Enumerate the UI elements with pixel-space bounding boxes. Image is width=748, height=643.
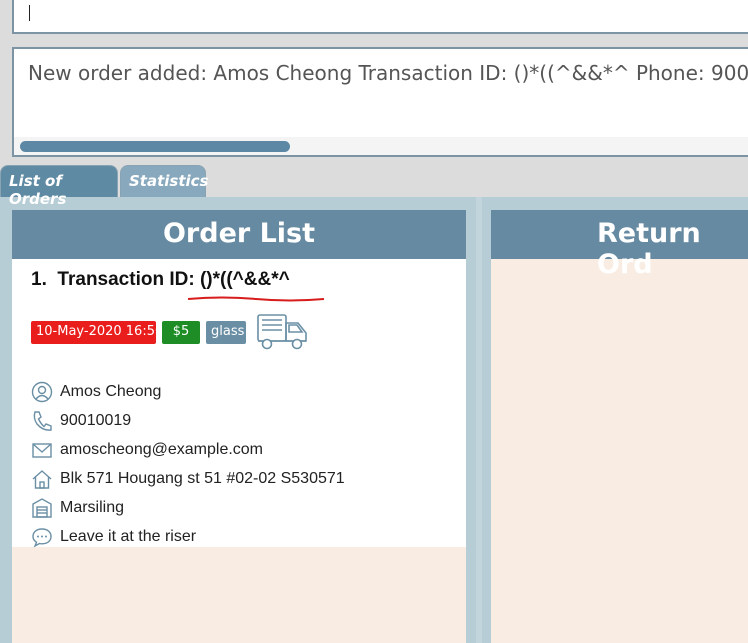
order-index: 1.: [31, 269, 47, 290]
customer-name: Amos Cheong: [60, 383, 162, 400]
phone-number: 90010019: [60, 412, 132, 429]
result-area: New order added: Amos Cheong Transaction…: [0, 40, 748, 165]
envelope-icon: [32, 443, 52, 458]
warehouse-location: Marsiling: [60, 499, 125, 516]
order-list-panel: Order List 1. Transaction ID: ()*((^&&*^…: [12, 210, 466, 643]
house-icon: [32, 470, 52, 489]
item-tag: glass: [206, 321, 246, 344]
order-title: 1. Transaction ID: ()*((^&&*^: [31, 269, 290, 291]
price-tag: $5: [162, 321, 200, 344]
command-input[interactable]: [12, 0, 748, 34]
command-area: [0, 0, 748, 45]
return-order-list-panel: Return Ord: [491, 210, 748, 643]
delivery-date-tag: 10-May-2020 16:50: [31, 321, 163, 344]
phone-icon: [33, 411, 52, 431]
transaction-id: Transaction ID: ()*((^&&*^: [57, 269, 290, 290]
warehouse-icon: [32, 498, 52, 518]
tab-bar: List of Orders Statistics: [0, 165, 748, 208]
tab-list-of-orders[interactable]: List of Orders: [0, 165, 118, 208]
person-icon: [31, 381, 53, 403]
truck-icon: [257, 314, 307, 350]
panel-divider[interactable]: [476, 197, 482, 643]
order-list-header: Order List: [12, 210, 466, 259]
horizontal-scrollbar[interactable]: [14, 137, 748, 155]
order-comment: Leave it at the riser: [60, 528, 197, 545]
email-address: amoscheong@example.com: [60, 441, 264, 458]
result-text: New order added: Amos Cheong Transaction…: [28, 61, 748, 85]
text-cursor: [29, 5, 30, 21]
spellcheck-underline: [188, 296, 324, 302]
scrollbar-thumb[interactable]: [20, 141, 290, 152]
speech-bubble-icon: [32, 528, 52, 548]
order-card[interactable]: 1. Transaction ID: ()*((^&&*^ 10-May-202…: [12, 259, 466, 548]
delivery-address: Blk 571 Hougang st 51 #02-02 S530571: [60, 470, 345, 487]
result-display[interactable]: New order added: Amos Cheong Transaction…: [12, 47, 748, 157]
tab-statistics[interactable]: Statistics: [120, 165, 208, 197]
return-order-list-header: Return Ord: [491, 210, 748, 280]
